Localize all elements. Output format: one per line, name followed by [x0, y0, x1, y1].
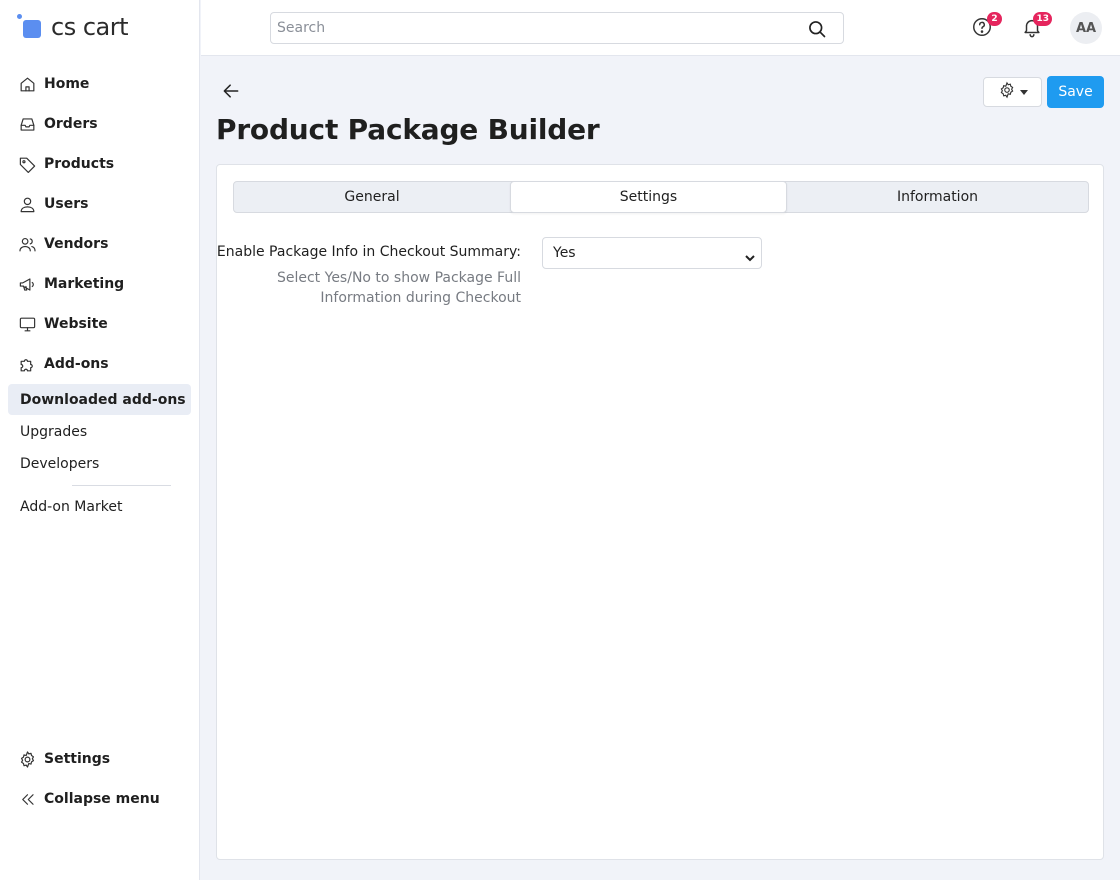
sidebar-item-settings[interactable]: Settings	[17, 747, 110, 771]
search-box	[270, 12, 844, 44]
sidebar-item-label: Website	[44, 316, 108, 332]
settings-dropdown-button[interactable]	[983, 77, 1042, 107]
logo-text: cs cart	[51, 13, 129, 41]
setting-label: Enable Package Info in Checkout Summary:	[216, 244, 521, 260]
logo[interactable]: cs cart	[17, 12, 129, 42]
sidebar-subitem-downloaded-add-ons[interactable]: Downloaded add-ons	[8, 384, 191, 415]
gear-icon	[998, 81, 1016, 103]
arrow-left-icon	[221, 84, 241, 105]
logo-mark-icon	[17, 14, 43, 40]
double-chevron-left-icon	[17, 789, 37, 809]
sidebar-item-label: Products	[44, 156, 115, 172]
sidebar-item-users[interactable]: Users	[17, 192, 88, 216]
sidebar-item-label: Add-ons	[44, 356, 109, 372]
page-title: Product Package Builder	[216, 113, 600, 146]
sidebar-item-orders[interactable]: Orders	[17, 112, 98, 136]
tag-icon	[17, 154, 37, 174]
sidebar-item-vendors[interactable]: Vendors	[17, 232, 108, 256]
sidebar-item-label: Home	[44, 76, 90, 92]
content-card: General Settings Information Enable Pack…	[216, 164, 1104, 860]
select-value: Yes	[553, 245, 576, 261]
tab-bar: General Settings Information	[233, 181, 1089, 213]
avatar[interactable]: AA	[1070, 12, 1102, 44]
chevron-down-icon	[745, 250, 755, 262]
inbox-icon	[17, 114, 37, 134]
sidebar: cs cart Home Orders Products Users Vendo…	[0, 0, 200, 880]
tab-settings[interactable]: Settings	[510, 181, 787, 213]
gear-icon	[17, 749, 37, 769]
collapse-menu-button[interactable]: Collapse menu	[17, 787, 160, 811]
tab-general[interactable]: General	[234, 182, 510, 212]
search-input[interactable]	[271, 13, 791, 43]
top-header: 2 13 AA	[201, 0, 1120, 56]
sidebar-item-label: Orders	[44, 116, 98, 132]
back-button[interactable]	[221, 81, 243, 103]
sidebar-item-website[interactable]: Website	[17, 312, 108, 336]
sidebar-item-home[interactable]: Home	[17, 72, 89, 96]
user-icon	[17, 194, 37, 214]
sidebar-subitem-developers[interactable]: Developers	[8, 448, 191, 479]
megaphone-icon	[17, 274, 37, 294]
sidebar-item-label: Marketing	[44, 276, 125, 292]
help-button[interactable]: 2	[971, 12, 1002, 42]
sidebar-item-add-ons[interactable]: Add-ons	[17, 352, 109, 376]
package-info-select[interactable]: Yes	[542, 237, 762, 269]
sidebar-item-label: Settings	[44, 751, 111, 767]
sidebar-divider	[72, 485, 171, 486]
sidebar-item-label: Collapse menu	[44, 791, 160, 807]
users-icon	[17, 234, 37, 254]
sidebar-subitem-add-on-market[interactable]: Add-on Market	[8, 491, 191, 522]
help-badge: 2	[987, 12, 1002, 26]
sidebar-item-label: Vendors	[44, 236, 109, 252]
sidebar-item-products[interactable]: Products	[17, 152, 114, 176]
monitor-icon	[17, 314, 37, 334]
tab-information[interactable]: Information	[787, 182, 1088, 212]
puzzle-icon	[17, 354, 37, 374]
sidebar-item-marketing[interactable]: Marketing	[17, 272, 124, 296]
caret-down-icon	[1019, 89, 1028, 95]
setting-help-text: Select Yes/No to show Package Full Infor…	[276, 270, 521, 306]
sidebar-item-label: Users	[44, 196, 89, 212]
search-icon[interactable]	[807, 19, 827, 39]
home-icon	[17, 74, 37, 94]
sidebar-subitem-upgrades[interactable]: Upgrades	[8, 416, 191, 447]
notifications-badge: 13	[1033, 12, 1052, 26]
notifications-button[interactable]: 13	[1021, 12, 1052, 40]
save-button[interactable]: Save	[1047, 76, 1104, 108]
help-icon	[971, 18, 993, 42]
